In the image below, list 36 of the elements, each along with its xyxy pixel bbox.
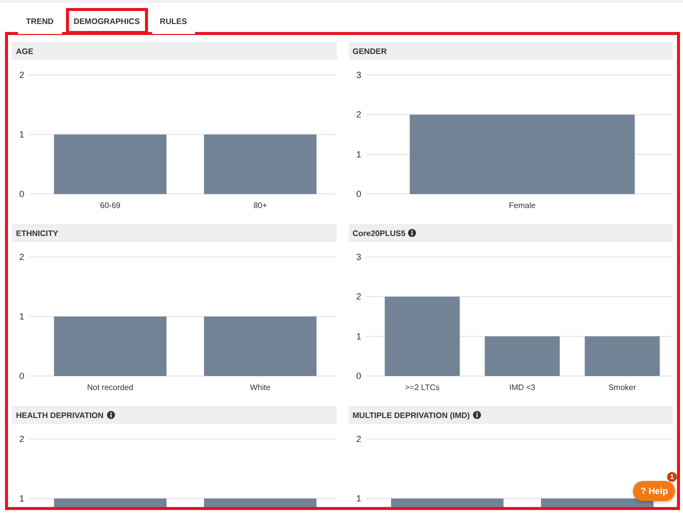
axis-tick-label: 2 [356, 292, 361, 302]
axis-tick-label: 1 [19, 130, 24, 140]
axis-tick-label: 2 [356, 434, 361, 444]
info-icon[interactable] [106, 411, 115, 419]
category-label: 60-69 [100, 201, 120, 210]
panel-title: GENDER [352, 46, 387, 56]
category-label: Smoker [608, 383, 636, 392]
category-label: IMD <3 [508, 383, 535, 392]
axis-tick-label: 0 [356, 189, 361, 199]
panel-title: ETHNICITY [16, 228, 58, 238]
tab[interactable]: DEMOGRAPHICS [66, 8, 148, 34]
axis-tick-label: 2 [19, 252, 24, 262]
axis-tick-label: 3 [356, 252, 361, 262]
axis-tick-label: 3 [356, 70, 361, 80]
panel-title: MULTIPLE DEPRIVATION (IMD) [352, 410, 470, 420]
panel-title: Core20PLUS5 [352, 228, 406, 238]
info-icon[interactable] [408, 229, 416, 237]
category-label: Not recorded [87, 383, 134, 392]
category-label: 80+ [253, 201, 268, 210]
axis-tick-label: 1 [356, 494, 361, 504]
axis-tick-label: 1 [19, 312, 24, 322]
axis-tick-label: 1 [19, 494, 24, 504]
axis-tick-label: 2 [356, 110, 361, 120]
axis-tick-label: 0 [19, 189, 24, 199]
axis-tick-label: 1 [356, 149, 361, 160]
category-label: White [250, 383, 270, 392]
panel-title: HEALTH DEPRIVATION [16, 410, 104, 420]
info-icon[interactable] [472, 411, 481, 419]
category-label: Female [508, 201, 536, 210]
axis-tick-label: 2 [19, 70, 24, 80]
axis-tick-label: 0 [19, 371, 24, 381]
panel-title: AGE [16, 46, 34, 56]
category-label: >=2 LTCs [404, 383, 440, 392]
axis-tick-label: 1 [356, 331, 361, 342]
axis-tick-label: 0 [356, 371, 361, 381]
axis-tick-label: 2 [19, 434, 24, 444]
